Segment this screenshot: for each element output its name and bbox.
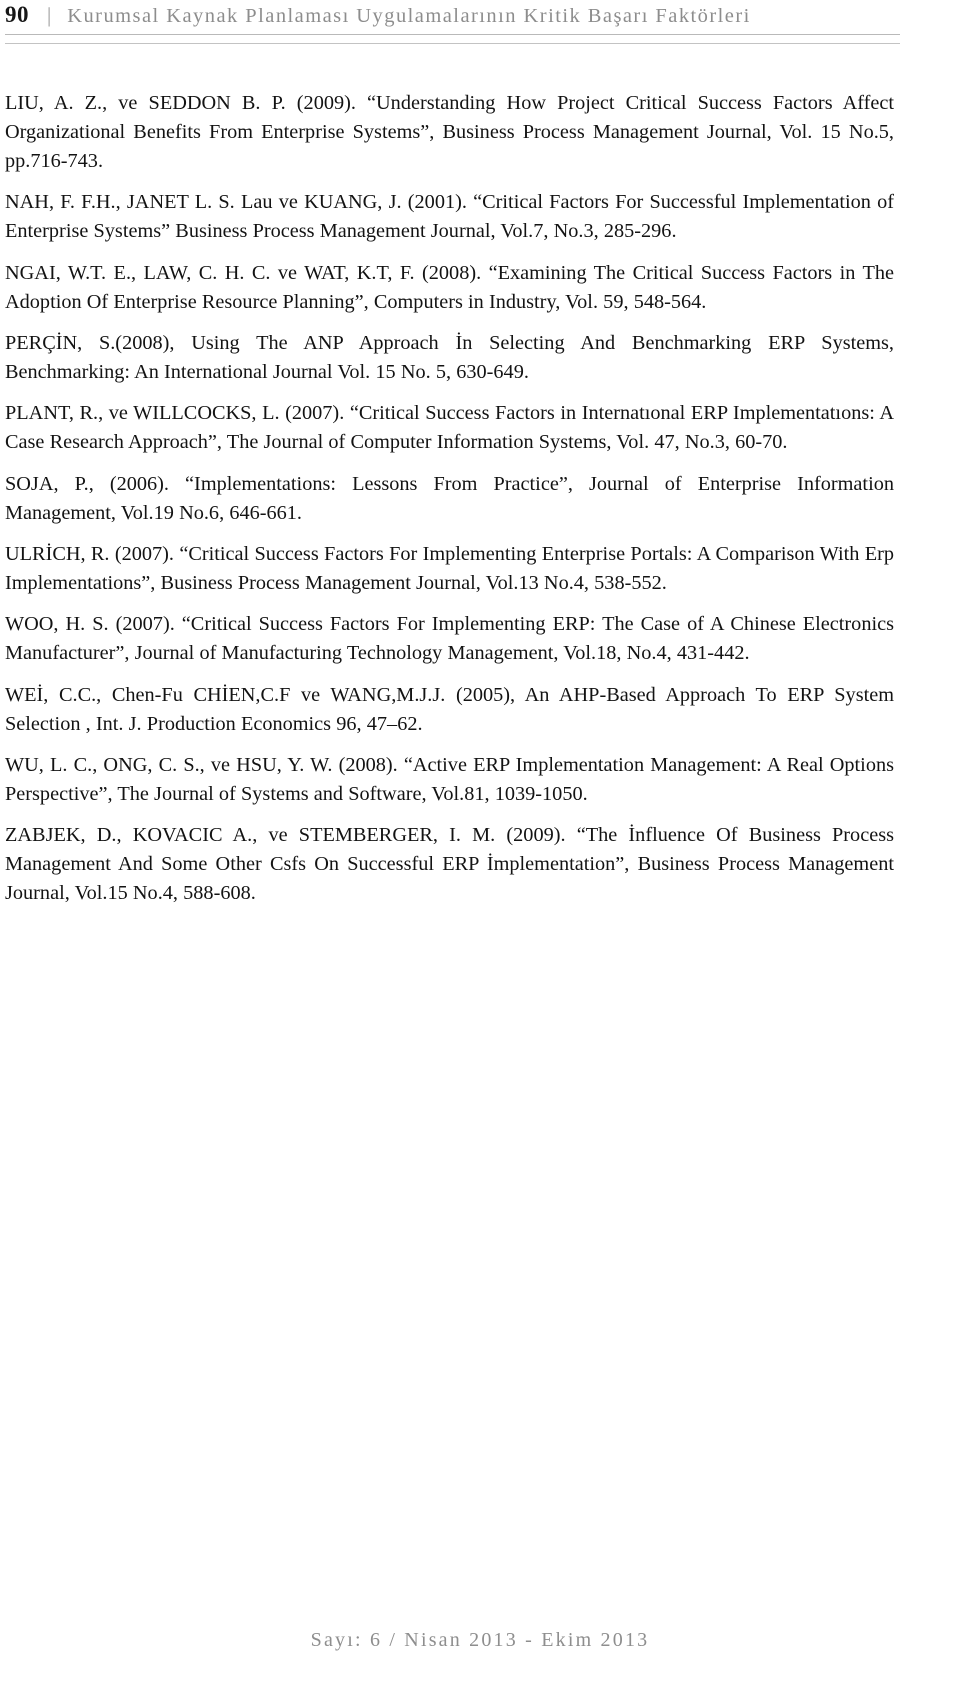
reference-entry: WOO, H. S. (2007). “Critical Success Fac… xyxy=(5,613,894,665)
document-page: 90 | Kurumsal Kaynak Planlaması Uygulama… xyxy=(0,0,960,1689)
reference-entry: NGAI, W.T. E., LAW, C. H. C. ve WAT, K.T… xyxy=(5,261,894,313)
reference-entry: ZABJEK, D., KOVACIC A., ve STEMBERGER, I… xyxy=(5,824,894,905)
page-number: 90 xyxy=(5,2,29,27)
reference-entry: NAH, F. F.H., JANET L. S. Lau ve KUANG, … xyxy=(5,191,894,243)
reference-entry: SOJA, P., (2006). “Implementations: Less… xyxy=(5,472,894,524)
reference-entry: WEİ, C.C., Chen-Fu CHİEN,C.F ve WANG,M.J… xyxy=(5,683,894,735)
header-rule-bottom xyxy=(5,43,900,44)
reference-entry: PLANT, R., ve WILLCOCKS, L. (2007). “Cri… xyxy=(5,402,894,454)
reference-entry: ULRİCH, R. (2007). “Critical Success Fac… xyxy=(5,542,894,594)
reference-list: LIU, A. Z., ve SEDDON B. P. (2009). “Und… xyxy=(5,89,894,908)
running-header-title: Kurumsal Kaynak Planlaması Uygulamaların… xyxy=(67,5,751,27)
page-footer: Sayı: 6 / Nisan 2013 - Ekim 2013 xyxy=(0,1629,960,1652)
header-rules xyxy=(5,34,900,44)
header-separator: | xyxy=(47,3,52,27)
footer-issue-text: Sayı: 6 / Nisan 2013 - Ekim 2013 xyxy=(310,1629,650,1651)
header-rule-top xyxy=(5,34,900,35)
running-header: 90 | Kurumsal Kaynak Planlaması Uygulama… xyxy=(5,2,900,32)
reference-entry: PERÇİN, S.(2008), Using The ANP Approach… xyxy=(5,331,894,383)
reference-entry: LIU, A. Z., ve SEDDON B. P. (2009). “Und… xyxy=(5,92,894,172)
reference-entry: WU, L. C., ONG, C. S., ve HSU, Y. W. (20… xyxy=(5,754,894,805)
